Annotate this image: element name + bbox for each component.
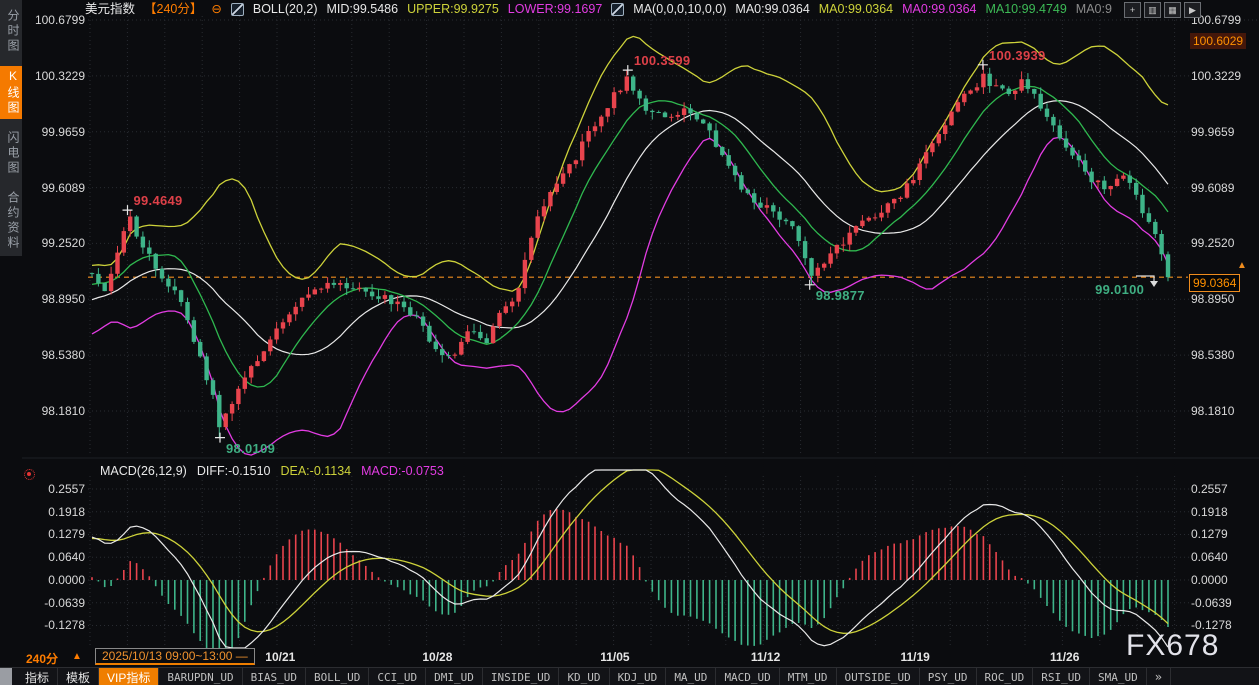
ma-params: MA(0,0,0,10,0,0): [633, 0, 726, 19]
ma10-value: MA10:99.4749: [985, 0, 1066, 19]
toolbar-bias-ud-button[interactable]: BIAS_UD: [243, 668, 306, 685]
toolbar-inside-ud-button[interactable]: INSIDE_UD: [483, 668, 560, 685]
ma0-value-yellow: MA0:99.0364: [819, 0, 893, 19]
toolbar-kd-ud-button[interactable]: KD_UD: [559, 668, 609, 685]
sidebar-item-lightning-chart[interactable]: 闪电图: [0, 128, 22, 179]
diff-line: [92, 470, 1168, 648]
toolbar-rsi-ud-button[interactable]: RSI_UD: [1033, 668, 1090, 685]
toolbar-dmi-ud-button[interactable]: DMI_UD: [426, 668, 483, 685]
ma0-value-gray: MA0:9: [1076, 0, 1112, 19]
collapse-icon[interactable]: ⊖: [211, 0, 221, 19]
toolbar-cci-ud-button[interactable]: CCI_UD: [369, 668, 426, 685]
pane-scale-left-icon[interactable]: ▥: [1144, 2, 1161, 18]
period-arrow-icon[interactable]: ▲: [72, 651, 82, 662]
bollinger-lower-line: [92, 137, 1168, 455]
toolbar-indicators-button[interactable]: 指标: [17, 668, 58, 685]
ma-indicator-icon[interactable]: [611, 3, 624, 16]
period-selector[interactable]: 240分: [26, 650, 58, 667]
toolbar-mtm-ud-button[interactable]: MTM_UD: [780, 668, 837, 685]
toolbar-resize-handle[interactable]: [0, 668, 12, 685]
dea-line: [92, 470, 1168, 633]
macd-settings-icon[interactable]: [24, 469, 35, 480]
sidebar-item-kline-chart[interactable]: K线图: [0, 66, 22, 119]
toolbar-ma-ud-button[interactable]: MA_UD: [666, 668, 716, 685]
sidebar-item-time-chart[interactable]: 分时图: [0, 6, 22, 57]
toolbar-more-indicators-button[interactable]: »: [1147, 668, 1171, 685]
boll-upper-value: UPPER:99.9275: [407, 0, 499, 19]
toolbar-kdj-ud-button[interactable]: KDJ_UD: [610, 668, 667, 685]
macd-value: MACD:-0.0753: [361, 462, 444, 481]
toolbar-roc-ud-button[interactable]: ROC_UD: [977, 668, 1034, 685]
toolbar-boll-ud-button[interactable]: BOLL_UD: [306, 668, 369, 685]
bollinger-upper-line: [92, 36, 1168, 291]
bar-time-range-readout: 2025/10/13 09:00~13:00 —: [95, 648, 255, 665]
crosshair-tool-icon[interactable]: +: [1124, 2, 1141, 18]
toolbar-psy-ud-button[interactable]: PSY_UD: [920, 668, 977, 685]
boll-lower-value: LOWER:99.1697: [508, 0, 603, 19]
window-controls: +▥▦▶: [1124, 2, 1201, 18]
boll-mid-value: MID:99.5486: [326, 0, 398, 19]
trading-app: 100.6799100.6799100.3229100.322999.96599…: [0, 0, 1259, 685]
macd-header: MACD(26,12,9) DIFF:-0.1510 DEA:-0.1134 MACD…: [100, 462, 444, 481]
pane-expand-icon[interactable]: ▶: [1184, 2, 1201, 18]
toolbar-templates-button[interactable]: 模板: [58, 668, 99, 685]
boll-indicator-icon[interactable]: [231, 3, 244, 16]
dea-value: DEA:-0.1134: [280, 462, 351, 481]
candlestick-series[interactable]: [90, 65, 1170, 438]
chart-type-sidebar: 分时图 K线图闪电图合约资料: [0, 0, 22, 256]
chart-header: 美元指数【240分】 ⊖ BOLL(20,2) MID:99.5486 UPPER:99…: [85, 0, 1112, 19]
indicator-toolbar: 指标模板VIP指标BARUPDN_UDBIAS_UDBOLL_UDCCI_UDD…: [0, 667, 1259, 685]
chart-canvas[interactable]: [0, 0, 1259, 685]
diff-value: DIFF:-0.1510: [197, 462, 271, 481]
swing-point-marker: [623, 65, 633, 75]
ma0-value-white: MA0:99.0364: [735, 0, 809, 19]
pane-scale-right-icon[interactable]: ▦: [1164, 2, 1181, 18]
macd-params: MACD(26,12,9): [100, 462, 187, 481]
bollinger-mid-line: [92, 101, 1168, 355]
swing-point-marker: [123, 205, 133, 215]
toolbar-sma-ud-button[interactable]: SMA_UD: [1090, 668, 1147, 685]
toolbar-macd-ud-button[interactable]: MACD_UD: [716, 668, 779, 685]
period-label: 【240分】: [144, 0, 202, 19]
toolbar-vip-indicators-button[interactable]: VIP指标: [99, 668, 159, 685]
fx678-watermark: FX678: [1126, 629, 1219, 663]
swing-point-marker: [215, 433, 225, 443]
toolbar-outside-ud-button[interactable]: OUTSIDE_UD: [837, 668, 920, 685]
toolbar-barupdn-ud-button[interactable]: BARUPDN_UD: [159, 668, 242, 685]
sidebar-item-contract-info[interactable]: 合约资料: [0, 188, 22, 254]
symbol-title: 美元指数: [85, 0, 135, 19]
macd-histogram: [92, 509, 1168, 648]
boll-params: BOLL(20,2): [253, 0, 318, 19]
swing-point-marker: [978, 60, 988, 70]
ma0-value-magenta: MA0:99.0364: [902, 0, 976, 19]
